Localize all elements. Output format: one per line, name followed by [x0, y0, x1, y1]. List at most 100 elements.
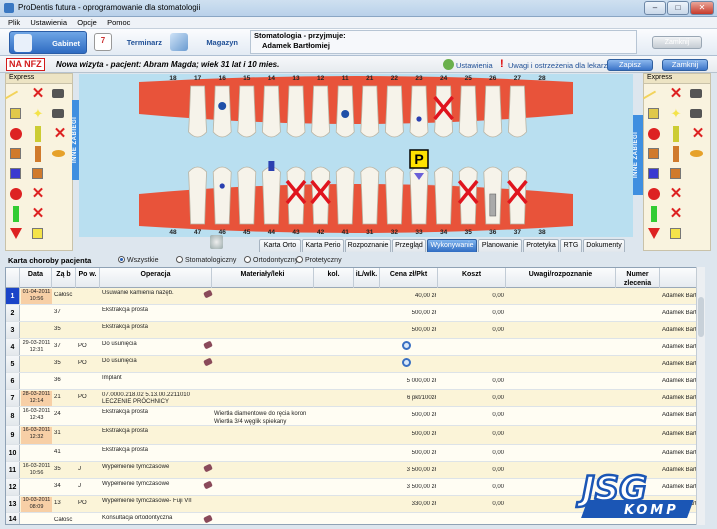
lower-tooth-number[interactable]: 32 [391, 229, 399, 236]
tool-cross-icon[interactable]: ✕ [30, 86, 46, 102]
column-header[interactable]: Koszt [438, 268, 506, 288]
lower-tooth-number[interactable]: 33 [415, 229, 423, 236]
tool-bar-icon[interactable] [673, 146, 679, 162]
column-header[interactable]: iL/wlk. [354, 268, 380, 288]
lower-tooth-number[interactable]: 35 [465, 229, 473, 236]
tool-triangle-icon[interactable] [648, 228, 660, 239]
upper-tooth-number[interactable]: 13 [292, 75, 300, 82]
column-header[interactable]: Uwagi/rozpoznanie [506, 268, 616, 288]
tool-bar-icon[interactable] [35, 146, 41, 162]
tool-oval-icon[interactable] [690, 150, 703, 157]
lower-tooth[interactable] [237, 166, 257, 225]
inne-zabiegi-right[interactable]: INNE ZABIEGI [633, 115, 643, 195]
tab-wykonywanie[interactable]: Wykonywanie [427, 239, 477, 252]
upper-tooth-number[interactable]: 27 [514, 75, 522, 82]
column-header[interactable]: Data [20, 268, 52, 288]
tool-blank-icon[interactable] [690, 166, 706, 182]
magnifier-icon[interactable] [402, 358, 411, 367]
lower-tooth[interactable] [212, 166, 232, 225]
upper-tooth-number[interactable]: 14 [268, 75, 276, 82]
lower-tooth-number[interactable]: 43 [292, 229, 300, 236]
tool-blank-icon[interactable] [690, 186, 706, 202]
column-header[interactable]: Cena zł/Pkt [380, 268, 438, 288]
tool-bar-icon[interactable] [35, 126, 41, 142]
lower-tooth[interactable] [384, 166, 404, 225]
lower-tooth-number[interactable]: 38 [538, 229, 546, 236]
lower-tooth[interactable] [188, 166, 208, 225]
table-row[interactable]: 2 37 Ekstrakcja prosta 500,00 zł 0,00 Adamek … [6, 305, 704, 322]
lower-tooth[interactable] [458, 166, 478, 225]
tool-square-icon[interactable] [648, 148, 659, 159]
lower-tooth-number[interactable]: 36 [489, 229, 497, 236]
tool-camera-icon[interactable] [52, 109, 64, 118]
filter-radio-stomatologiczny[interactable]: Stomatologiczny [176, 256, 236, 264]
zapisz-button[interactable]: Zapisz [607, 59, 653, 71]
tooth-remove-icon[interactable] [203, 357, 213, 367]
filter-radio-ortodontyczny[interactable]: Ortodontyczny [244, 256, 298, 264]
maximize-button[interactable]: □ [667, 1, 689, 15]
tooth-remove-icon[interactable] [203, 463, 213, 473]
tool-star-icon[interactable]: ✦ [30, 106, 46, 122]
tool-cross-icon[interactable]: ✕ [668, 206, 684, 222]
table-row[interactable]: 1 01-04-2011 10:56 Całośc Usuwanie kamienia… [6, 288, 704, 305]
tooth-remove-icon[interactable] [203, 480, 213, 490]
settings-icon[interactable] [443, 59, 454, 70]
tab-karta-perio[interactable]: Karta Perio [302, 239, 344, 252]
tab-rozpoznanie[interactable]: Rozpoznanie [345, 239, 391, 252]
lower-tooth[interactable] [261, 166, 281, 225]
upper-tooth[interactable] [483, 85, 503, 138]
upper-tooth-number[interactable]: 15 [243, 75, 251, 82]
tool-blank-icon[interactable] [690, 226, 706, 242]
lower-tooth[interactable] [335, 166, 355, 225]
lower-tooth-number[interactable]: 31 [366, 229, 374, 236]
lower-tooth-number[interactable]: 37 [514, 229, 522, 236]
tool-square-icon[interactable] [10, 168, 21, 179]
tooth-remove-icon[interactable] [203, 340, 213, 350]
lower-tooth-number[interactable]: 48 [169, 229, 177, 236]
tool-star-icon[interactable]: ✦ [668, 106, 684, 122]
tool-dot-icon[interactable] [10, 128, 22, 140]
tool-blank-icon[interactable] [52, 166, 68, 182]
upper-tooth-number[interactable]: 18 [169, 75, 177, 82]
upper-tooth-number[interactable]: 24 [440, 75, 448, 82]
upper-tooth[interactable] [237, 85, 257, 138]
upper-tooth[interactable] [311, 85, 331, 138]
upper-tooth-number[interactable]: 22 [391, 75, 399, 82]
upper-tooth[interactable] [360, 85, 380, 138]
menu-plik[interactable]: Plik [8, 17, 20, 29]
table-row[interactable]: 3 35 Ekstrakcja prosta 500,00 zł 0,00 Adamek … [6, 322, 704, 339]
tool-cross-icon[interactable]: ✕ [30, 186, 46, 202]
tool-blank-icon[interactable] [690, 206, 706, 222]
upper-tooth-number[interactable]: 11 [342, 75, 349, 82]
lower-tooth-number[interactable]: 42 [317, 229, 325, 236]
tab-przegl-d[interactable]: Przegląd [392, 239, 426, 252]
lower-tooth[interactable] [434, 166, 454, 225]
tool-square-icon[interactable] [648, 108, 659, 119]
tool-dot-icon[interactable] [648, 128, 660, 140]
tool-blank-icon[interactable] [52, 186, 68, 202]
filter-radio-wszystkie[interactable]: Wszystkie [118, 256, 159, 264]
tool-bar-icon[interactable] [651, 206, 657, 222]
upper-tooth[interactable] [434, 85, 454, 138]
table-row[interactable]: 8 16-03-2011 12:43 24 Ekstrakcja prosta Wier… [6, 407, 704, 426]
dental-chart[interactable]: 18 17 16 15 14 13 12 11 21 22 23 24 25 26 27 28 48 47 46 45… [79, 74, 633, 237]
lower-tooth[interactable] [311, 166, 331, 225]
upper-tooth-number[interactable]: 16 [219, 75, 227, 82]
menu-pomoc[interactable]: Pomoc [107, 17, 130, 29]
column-header[interactable]: Zą b [52, 268, 76, 288]
menu-opcje[interactable]: Opcje [77, 17, 97, 29]
tool-cross-icon[interactable]: ✕ [52, 126, 68, 142]
tab-protetyka[interactable]: Protetyka [523, 239, 559, 252]
column-header[interactable]: kol. [314, 268, 354, 288]
zamknij-top-button[interactable]: Zamknij [652, 36, 702, 49]
upper-tooth[interactable] [261, 85, 281, 138]
tab-rtg[interactable]: RTG [560, 239, 582, 252]
lower-tooth-number[interactable]: 34 [440, 229, 448, 236]
tool-bar-icon[interactable] [13, 206, 19, 222]
lower-tooth-number[interactable]: 41 [342, 229, 350, 236]
tool-dot-icon[interactable] [648, 188, 660, 200]
tool-blank-icon[interactable] [52, 226, 68, 242]
tab-dokumenty[interactable]: Dokumenty [583, 239, 625, 252]
filter-radio-protetyczny[interactable]: Protetyczny [296, 256, 342, 264]
lower-tooth[interactable] [360, 166, 380, 225]
